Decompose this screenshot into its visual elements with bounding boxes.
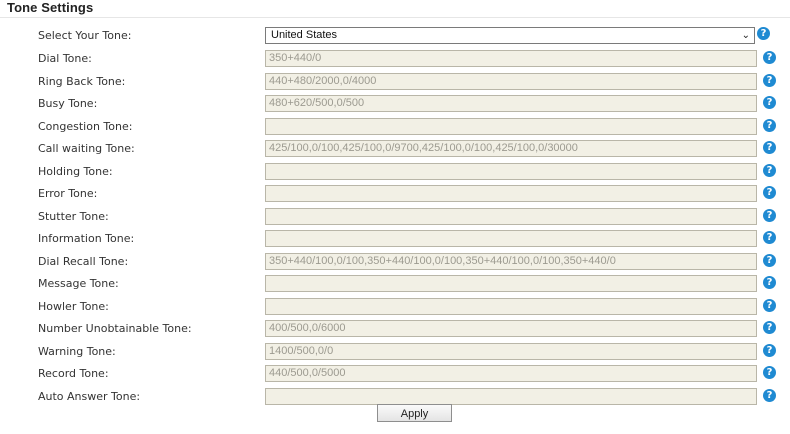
help-icon[interactable]: ?: [763, 119, 776, 132]
tone-input[interactable]: 400/500,0/6000: [265, 320, 757, 337]
tone-row: Stutter Tone:?: [0, 208, 790, 228]
tone-label: Ring Back Tone:: [38, 75, 126, 88]
help-icon[interactable]: ?: [763, 141, 776, 154]
help-icon[interactable]: ?: [757, 27, 770, 40]
tone-row: Record Tone: 440/500,0/5000?: [0, 365, 790, 385]
tone-label: Busy Tone:: [38, 97, 98, 110]
tone-input[interactable]: 440+480/2000,0/4000: [265, 73, 757, 90]
tone-label: Message Tone:: [38, 277, 119, 290]
help-icon[interactable]: ?: [763, 209, 776, 222]
help-icon[interactable]: ?: [763, 276, 776, 289]
help-icon[interactable]: ?: [763, 344, 776, 357]
help-icon[interactable]: ?: [763, 74, 776, 87]
tone-input[interactable]: [265, 118, 757, 135]
tone-label: Warning Tone:: [38, 345, 116, 358]
chevron-down-icon[interactable]: ⌄: [742, 28, 750, 43]
tone-row: Ring Back Tone: 440+480/2000,0/4000?: [0, 73, 790, 93]
tone-label: Call waiting Tone:: [38, 142, 135, 155]
divider: [0, 17, 790, 18]
tone-row: Error Tone:?: [0, 185, 790, 205]
tone-input[interactable]: 425/100,0/100,425/100,0/9700,425/100,0/1…: [265, 140, 757, 157]
tone-label: Dial Tone:: [38, 52, 92, 65]
tone-row: Congestion Tone:?: [0, 118, 790, 138]
tone-row: Call waiting Tone: 425/100,0/100,425/100,…: [0, 140, 790, 160]
tone-label: Information Tone:: [38, 232, 135, 245]
select-tone-label: Select Your Tone:: [38, 29, 132, 42]
tone-input[interactable]: [265, 275, 757, 292]
tone-label: Error Tone:: [38, 187, 98, 200]
tone-row: Message Tone:?: [0, 275, 790, 295]
tone-label: Holding Tone:: [38, 165, 113, 178]
tone-label: Congestion Tone:: [38, 120, 133, 133]
apply-button[interactable]: Apply: [377, 404, 452, 422]
tone-row: Information Tone:?: [0, 230, 790, 250]
help-icon[interactable]: ?: [763, 299, 776, 312]
tone-row: Holding Tone:?: [0, 163, 790, 183]
tone-input[interactable]: 350+440/0: [265, 50, 757, 67]
help-icon[interactable]: ?: [763, 96, 776, 109]
help-icon[interactable]: ?: [763, 321, 776, 334]
tone-input[interactable]: 350+440/100,0/100,350+440/100,0/100,350+…: [265, 253, 757, 270]
tone-input[interactable]: [265, 208, 757, 225]
help-icon[interactable]: ?: [763, 389, 776, 402]
tone-label: Stutter Tone:: [38, 210, 109, 223]
tone-country-select[interactable]: United States ⌄: [265, 27, 755, 44]
tone-row: Busy Tone: 480+620/500,0/500?: [0, 95, 790, 115]
tone-row: Warning Tone: 1400/500,0/0?: [0, 343, 790, 363]
tone-input[interactable]: [265, 163, 757, 180]
tone-label: Dial Recall Tone:: [38, 255, 129, 268]
tone-label: Howler Tone:: [38, 300, 109, 313]
tone-input[interactable]: [265, 298, 757, 315]
tone-row: Dial Recall Tone: 350+440/100,0/100,350+4…: [0, 253, 790, 273]
tone-label: Number Unobtainable Tone:: [38, 322, 192, 335]
section-title: Tone Settings: [7, 0, 94, 15]
help-icon[interactable]: ?: [763, 254, 776, 267]
tone-input[interactable]: 480+620/500,0/500: [265, 95, 757, 112]
help-icon[interactable]: ?: [763, 186, 776, 199]
row-select-tone: Select Your Tone: United States ⌄ ?: [0, 27, 790, 47]
tone-input[interactable]: [265, 230, 757, 247]
tone-row: Number Unobtainable Tone: 400/500,0/6000?: [0, 320, 790, 340]
tone-row: Howler Tone:?: [0, 298, 790, 318]
tone-input[interactable]: 1400/500,0/0: [265, 343, 757, 360]
help-icon[interactable]: ?: [763, 231, 776, 244]
tone-label: Auto Answer Tone:: [38, 390, 141, 403]
tone-country-value: United States: [271, 29, 338, 41]
help-icon[interactable]: ?: [763, 164, 776, 177]
tone-input[interactable]: [265, 388, 757, 405]
help-icon[interactable]: ?: [763, 366, 776, 379]
tone-label: Record Tone:: [38, 367, 109, 380]
tone-input[interactable]: 440/500,0/5000: [265, 365, 757, 382]
tone-row: Dial Tone: 350+440/0?: [0, 50, 790, 70]
help-icon[interactable]: ?: [763, 51, 776, 64]
tone-input[interactable]: [265, 185, 757, 202]
